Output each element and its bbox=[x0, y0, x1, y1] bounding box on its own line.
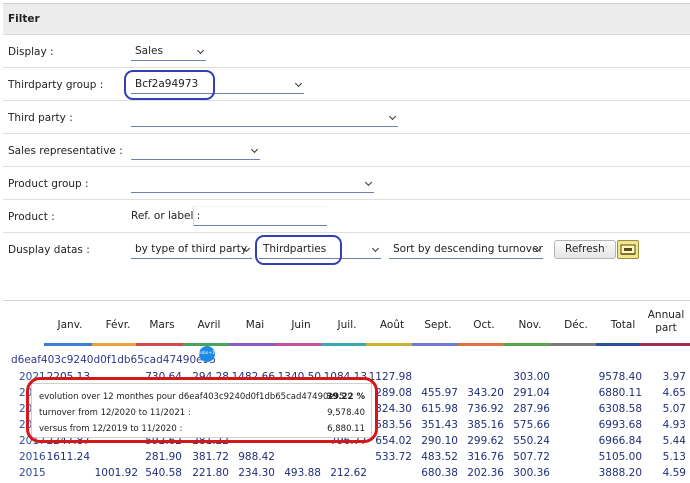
col-header: Mai bbox=[245, 319, 265, 331]
col-header-part: part bbox=[655, 322, 677, 334]
display-row: Display : Sales bbox=[3, 35, 690, 68]
table-cell: 291.04 bbox=[513, 387, 550, 399]
col-color-bar bbox=[504, 343, 554, 346]
table-cell: 988.42 bbox=[238, 451, 275, 463]
highlight-ring-group bbox=[124, 70, 215, 100]
product-group-label: Product group : bbox=[8, 178, 89, 190]
product-label: Product : bbox=[8, 211, 55, 223]
col-color-bar bbox=[412, 343, 462, 346]
col-color-bar bbox=[596, 343, 646, 346]
chevron-down-icon bbox=[294, 79, 303, 88]
col-color-bar bbox=[321, 343, 371, 346]
col-header: Sept. bbox=[424, 319, 452, 331]
display-datas-row: Dusplay datas : by type of third party T… bbox=[3, 233, 690, 266]
col-color-bar bbox=[366, 343, 416, 346]
product-row: Product : Ref. or label : bbox=[3, 200, 690, 233]
col-header: Juil. bbox=[337, 319, 357, 331]
third-party-row: Third party : bbox=[3, 101, 690, 134]
col-color-bar bbox=[229, 343, 279, 346]
refresh-button[interactable]: Refresh bbox=[554, 240, 616, 259]
table-cell: 5.13 bbox=[662, 451, 686, 463]
col-color-bar bbox=[640, 343, 690, 346]
col-color-bar bbox=[44, 343, 94, 346]
table-cell: 3.97 bbox=[662, 371, 686, 383]
by-type-value: by type of third party bbox=[135, 243, 248, 255]
chevron-down-icon bbox=[371, 244, 380, 253]
group-name[interactable]: d6eaf403c9240d0f1db65cad47490e95 bbox=[11, 354, 216, 366]
third-party-label: Third party : bbox=[8, 112, 73, 124]
col-header: Févr. bbox=[105, 319, 131, 331]
col-header: Mars bbox=[149, 319, 175, 331]
table-cell: 5.07 bbox=[662, 403, 686, 415]
product-ref-input[interactable] bbox=[193, 206, 327, 226]
table-cell: 4.65 bbox=[662, 387, 686, 399]
col-color-bar bbox=[275, 343, 325, 346]
row-year: 2015 bbox=[19, 467, 46, 479]
trend-badge-icon[interactable]: jobs+13% bbox=[199, 346, 222, 362]
col-header: Juin bbox=[291, 319, 311, 331]
table-cell: 4.59 bbox=[662, 467, 686, 479]
chevron-down-icon bbox=[364, 178, 373, 187]
col-header: Janv. bbox=[57, 319, 83, 331]
sales-rep-select[interactable] bbox=[131, 142, 260, 160]
thirdparty-group-label: Thirdparty group : bbox=[8, 79, 104, 91]
col-color-bar bbox=[458, 343, 508, 346]
col-color-bar bbox=[136, 343, 186, 346]
product-group-select[interactable] bbox=[131, 175, 374, 193]
col-header: Avril bbox=[197, 319, 221, 331]
col-header: Août bbox=[379, 319, 405, 331]
table-cell: 507.72 bbox=[513, 451, 550, 463]
group-row: d6eaf403c9240d0f1db65cad47490e95 jobs+13… bbox=[3, 346, 690, 370]
table-cell: 1611.24 bbox=[46, 451, 90, 463]
display-label: Display : bbox=[8, 46, 54, 58]
thirdparty-group-row: Thirdparty group : Bcf2a94973 bbox=[3, 68, 690, 101]
display-datas-label: Dusplay datas : bbox=[8, 244, 90, 256]
col-header: Déc. bbox=[564, 319, 588, 331]
table-cell: 4.93 bbox=[662, 419, 686, 431]
by-type-select[interactable]: by type of third party bbox=[131, 241, 252, 259]
chevron-down-icon bbox=[250, 145, 259, 154]
report-icon bbox=[620, 244, 636, 255]
chevron-down-icon bbox=[388, 112, 397, 121]
table-row: 2016 1611.24 281.90 381.72 988.42 533.72 483.5… bbox=[3, 449, 690, 465]
display-select[interactable]: Sales bbox=[131, 43, 206, 61]
sort-value: Sort by descending turnover bbox=[393, 243, 543, 255]
table-cell: 212.62 bbox=[330, 467, 367, 479]
table-cell: 287.96 bbox=[513, 403, 550, 415]
table-cell: 550.24 bbox=[513, 435, 550, 447]
table-cell: 300.36 bbox=[513, 467, 550, 479]
table-cell: 5.44 bbox=[662, 435, 686, 447]
col-header: Nov. bbox=[518, 319, 542, 331]
highlight-ring-thirdparties bbox=[255, 235, 342, 265]
table-header: Janv. Févr. Mars Avril Mai Juin Juil. Ao… bbox=[3, 300, 690, 346]
col-color-bar bbox=[92, 343, 142, 346]
third-party-select[interactable] bbox=[131, 109, 398, 127]
sort-select[interactable]: Sort by descending turnover bbox=[389, 241, 543, 259]
sales-rep-label: Sales representative : bbox=[8, 145, 123, 157]
filter-panel: Filter Display : Sales Thirdparty group … bbox=[3, 3, 690, 266]
filter-title: Filter bbox=[3, 3, 690, 35]
sales-rep-row: Sales representative : bbox=[3, 134, 690, 167]
report-icon-button[interactable] bbox=[617, 240, 639, 259]
col-color-bar bbox=[550, 343, 600, 346]
table-cell: 303.00 bbox=[513, 371, 550, 383]
display-select-value: Sales bbox=[135, 45, 163, 57]
product-group-row: Product group : bbox=[3, 167, 690, 200]
chevron-down-icon bbox=[196, 46, 205, 55]
col-header: Oct. bbox=[473, 319, 495, 331]
trend-badge-text: jobs+13% bbox=[199, 351, 222, 356]
table-row: 2015 1001.92 540.58 221.80 234.30 493.88 212.6… bbox=[3, 465, 690, 481]
highlight-ring-tooltip bbox=[26, 377, 378, 443]
table-cell: 575.66 bbox=[513, 419, 550, 431]
product-ref-label: Ref. or label : bbox=[131, 210, 201, 222]
col-header-annual: Annual bbox=[647, 309, 685, 321]
col-header: Total bbox=[610, 319, 636, 331]
